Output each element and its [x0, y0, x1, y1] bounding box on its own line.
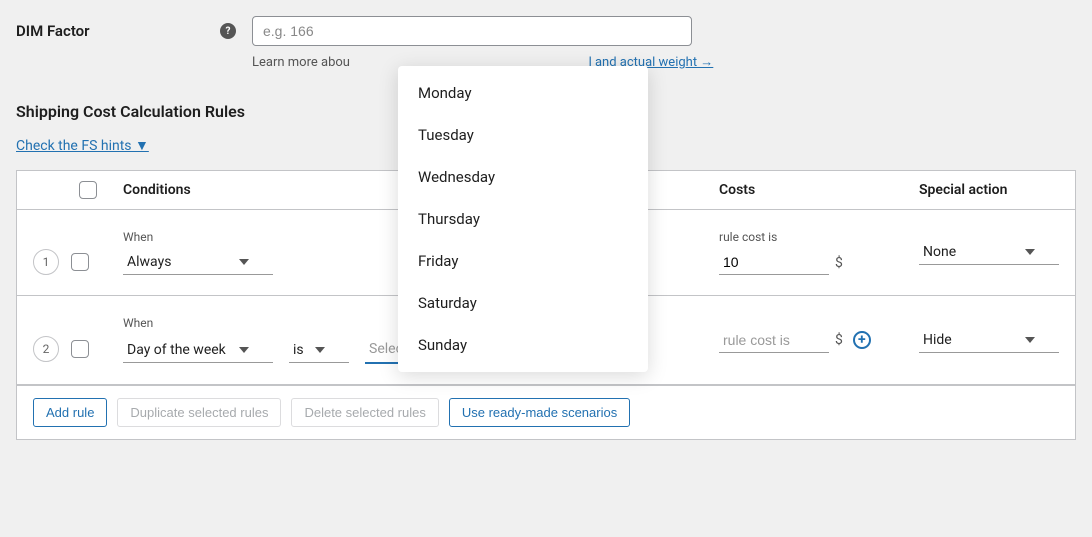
special-value: None: [923, 244, 956, 260]
when-select[interactable]: Always: [123, 250, 273, 275]
operator-value: is: [293, 342, 304, 358]
rule-number: 2: [33, 336, 59, 362]
rule-number: 1: [33, 249, 59, 275]
operator-select[interactable]: is: [289, 338, 349, 363]
help-icon[interactable]: ?: [220, 23, 236, 39]
add-cost-icon[interactable]: +: [853, 331, 871, 349]
header-costs: Costs: [719, 182, 919, 198]
chevron-down-icon: [1025, 337, 1035, 343]
select-all-checkbox[interactable]: [79, 181, 97, 199]
when-value: Always: [127, 254, 171, 270]
chevron-down-icon: [239, 347, 249, 353]
add-rule-button[interactable]: Add rule: [33, 398, 107, 427]
special-value: Hide: [923, 332, 952, 348]
dim-factor-row: DIM Factor ? Learn more abou xxxxxxxxxxx…: [16, 16, 1076, 70]
when-value: Day of the week: [127, 342, 226, 358]
cost-label: rule cost is: [719, 230, 919, 244]
when-select[interactable]: Day of the week: [123, 338, 273, 363]
currency-symbol: $: [835, 255, 843, 271]
dropdown-item-sunday[interactable]: Sunday: [398, 324, 648, 366]
fs-hints-link[interactable]: Check the FS hints ▼: [16, 137, 149, 154]
cost-input[interactable]: [719, 328, 829, 353]
days-dropdown[interactable]: Monday Tuesday Wednesday Thursday Friday…: [398, 66, 648, 372]
chevron-down-icon: [315, 347, 325, 353]
dropdown-item-monday[interactable]: Monday: [398, 72, 648, 114]
special-action-select[interactable]: None: [919, 240, 1059, 265]
dropdown-item-wednesday[interactable]: Wednesday: [398, 156, 648, 198]
dim-factor-input[interactable]: [252, 16, 692, 46]
duplicate-rules-button[interactable]: Duplicate selected rules: [117, 398, 281, 427]
rule-checkbox[interactable]: [71, 340, 89, 358]
dropdown-item-tuesday[interactable]: Tuesday: [398, 114, 648, 156]
dim-label-text: DIM Factor: [16, 22, 90, 40]
chevron-down-icon: [1025, 249, 1035, 255]
dropdown-item-thursday[interactable]: Thursday: [398, 198, 648, 240]
chevron-down-icon: [239, 259, 249, 265]
ready-made-scenarios-button[interactable]: Use ready-made scenarios: [449, 398, 630, 427]
dropdown-item-friday[interactable]: Friday: [398, 240, 648, 282]
delete-rules-button[interactable]: Delete selected rules: [291, 398, 438, 427]
currency-symbol: $: [835, 332, 843, 348]
special-action-select[interactable]: Hide: [919, 328, 1059, 353]
dropdown-item-saturday[interactable]: Saturday: [398, 282, 648, 324]
rule-checkbox[interactable]: [71, 253, 89, 271]
dim-factor-label: DIM Factor ?: [16, 16, 236, 40]
dim-hint-prefix: Learn more abou: [252, 55, 350, 70]
header-special: Special action: [919, 182, 1059, 198]
cost-input[interactable]: [719, 250, 829, 275]
rules-toolbar: Add rule Duplicate selected rules Delete…: [16, 386, 1076, 440]
